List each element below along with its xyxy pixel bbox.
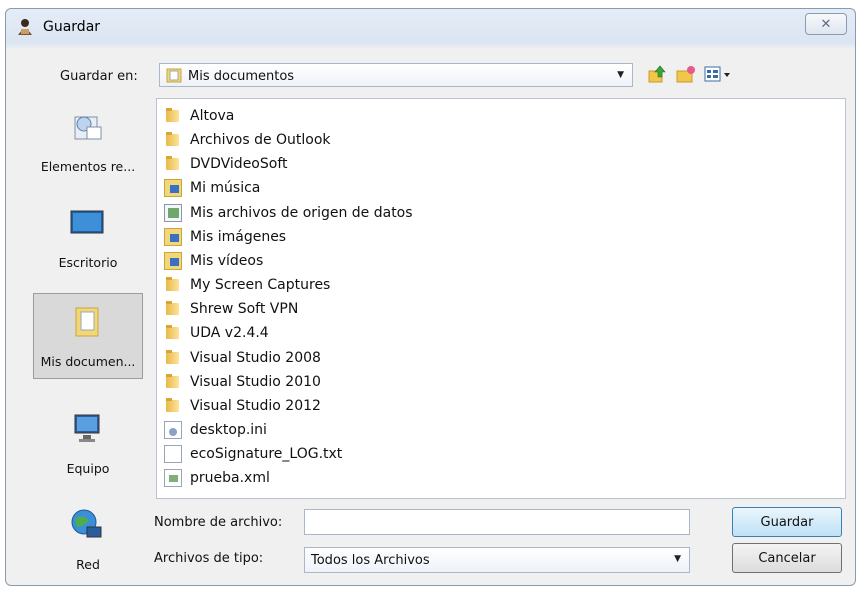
cancel-button[interactable]: Cancelar xyxy=(732,543,842,573)
list-item[interactable]: Mi música xyxy=(164,177,260,199)
list-item[interactable]: Visual Studio 2010 xyxy=(164,371,321,393)
filetype-value: Todos los Archivos xyxy=(311,553,430,568)
filetype-dropdown[interactable]: Todos los Archivos ▼ xyxy=(304,547,690,573)
places-bar: Elementos re... Escritorio Mis documen..… xyxy=(30,99,146,589)
file-list[interactable]: Altova Archivos de Outlook DVDVideoSoft … xyxy=(156,98,846,499)
save-button-label: Guardar xyxy=(760,514,814,530)
folder-icon xyxy=(164,276,182,294)
pictures-folder-icon xyxy=(164,228,182,246)
place-label: Elementos re... xyxy=(40,159,136,174)
desktop-icon xyxy=(70,210,104,234)
save-dialog: Guardar ✕ Guardar en: Mis documentos ▼ E… xyxy=(5,8,856,586)
chevron-down-icon: ▼ xyxy=(674,554,681,564)
list-item[interactable]: Mis vídeos xyxy=(164,250,263,272)
music-folder-icon xyxy=(164,179,182,197)
list-item[interactable]: Archivos de Outlook xyxy=(164,129,331,151)
folder-icon xyxy=(164,300,182,318)
item-name: Mis archivos de origen de datos xyxy=(190,205,413,221)
item-name: My Screen Captures xyxy=(190,277,331,293)
title-bar: Guardar ✕ xyxy=(6,9,855,45)
item-name: Altova xyxy=(190,108,235,124)
item-name: UDA v2.4.4 xyxy=(190,325,269,341)
item-name: Mi música xyxy=(190,180,261,196)
list-item[interactable]: Shrew Soft VPN xyxy=(164,298,298,320)
chevron-down-icon: ▼ xyxy=(617,70,624,80)
place-label: Equipo xyxy=(66,461,110,476)
recent-items-icon xyxy=(74,116,102,140)
filetype-label: Archivos de tipo: xyxy=(154,551,264,566)
place-label: Red xyxy=(76,557,100,572)
folder-icon xyxy=(164,107,182,125)
folder-icon xyxy=(164,397,182,415)
videos-folder-icon xyxy=(164,252,182,270)
item-name: ecoSignature_LOG.txt xyxy=(190,446,343,462)
item-name: Mis vídeos xyxy=(190,253,264,269)
data-sources-icon xyxy=(164,204,182,222)
up-folder-button[interactable] xyxy=(646,63,668,85)
close-button[interactable]: ✕ xyxy=(805,13,847,35)
text-file-icon xyxy=(164,445,182,463)
xml-file-icon xyxy=(164,469,182,487)
list-item[interactable]: Mis imágenes xyxy=(164,226,286,248)
list-item[interactable]: Mis archivos de origen de datos xyxy=(164,202,413,224)
item-name: Shrew Soft VPN xyxy=(190,301,299,317)
folder-icon xyxy=(164,349,182,367)
list-item[interactable]: desktop.ini xyxy=(164,419,267,441)
app-icon xyxy=(18,19,32,35)
list-item[interactable]: ecoSignature_LOG.txt xyxy=(164,443,342,465)
filename-label: Nombre de archivo: xyxy=(154,515,283,530)
list-item[interactable]: prueba.xml xyxy=(164,467,270,489)
item-name: Visual Studio 2012 xyxy=(190,398,321,414)
up-folder-icon xyxy=(648,65,666,83)
item-name: DVDVideoSoft xyxy=(190,156,288,172)
save-button[interactable]: Guardar xyxy=(732,507,842,537)
filename-input[interactable] xyxy=(304,509,690,535)
item-name: Visual Studio 2008 xyxy=(190,350,321,366)
views-menu-icon xyxy=(704,66,730,82)
list-item[interactable]: DVDVideoSoft xyxy=(164,153,288,175)
list-item[interactable]: My Screen Captures xyxy=(164,274,330,296)
folder-icon xyxy=(164,324,182,342)
cancel-button-label: Cancelar xyxy=(758,550,816,566)
place-recent-items[interactable]: Elementos re... xyxy=(33,99,143,185)
folder-icon xyxy=(164,155,182,173)
place-network[interactable]: Red xyxy=(33,497,143,583)
save-in-value: Mis documentos xyxy=(188,69,295,84)
network-icon xyxy=(71,509,102,538)
close-icon: ✕ xyxy=(820,16,832,32)
item-name: Visual Studio 2010 xyxy=(190,374,321,390)
place-computer[interactable]: Equipo xyxy=(33,401,143,487)
item-name: desktop.ini xyxy=(190,422,267,438)
list-item[interactable]: Visual Studio 2012 xyxy=(164,395,321,417)
folder-icon xyxy=(164,131,182,149)
list-item[interactable]: Visual Studio 2008 xyxy=(164,347,321,369)
new-folder-icon xyxy=(676,66,695,83)
list-item[interactable]: Altova xyxy=(164,105,234,127)
window-title: Guardar xyxy=(43,19,101,35)
place-documents[interactable]: Mis documen... xyxy=(33,293,143,379)
place-desktop[interactable]: Escritorio xyxy=(33,195,143,281)
documents-folder-icon xyxy=(166,68,182,83)
new-folder-button[interactable] xyxy=(674,63,698,85)
folder-icon xyxy=(164,373,182,391)
place-label: Escritorio xyxy=(58,255,118,270)
settings-file-icon xyxy=(164,421,182,439)
save-in-label: Guardar en: xyxy=(60,69,138,84)
item-name: Mis imágenes xyxy=(190,229,287,245)
item-name: Archivos de Outlook xyxy=(190,132,331,148)
documents-icon xyxy=(75,307,99,337)
computer-icon xyxy=(74,414,100,442)
save-in-dropdown[interactable]: Mis documentos ▼ xyxy=(159,63,633,87)
item-name: prueba.xml xyxy=(190,470,270,486)
place-label: Mis documen... xyxy=(40,354,136,369)
list-item[interactable]: UDA v2.4.4 xyxy=(164,322,269,344)
views-menu-button[interactable] xyxy=(702,63,734,85)
